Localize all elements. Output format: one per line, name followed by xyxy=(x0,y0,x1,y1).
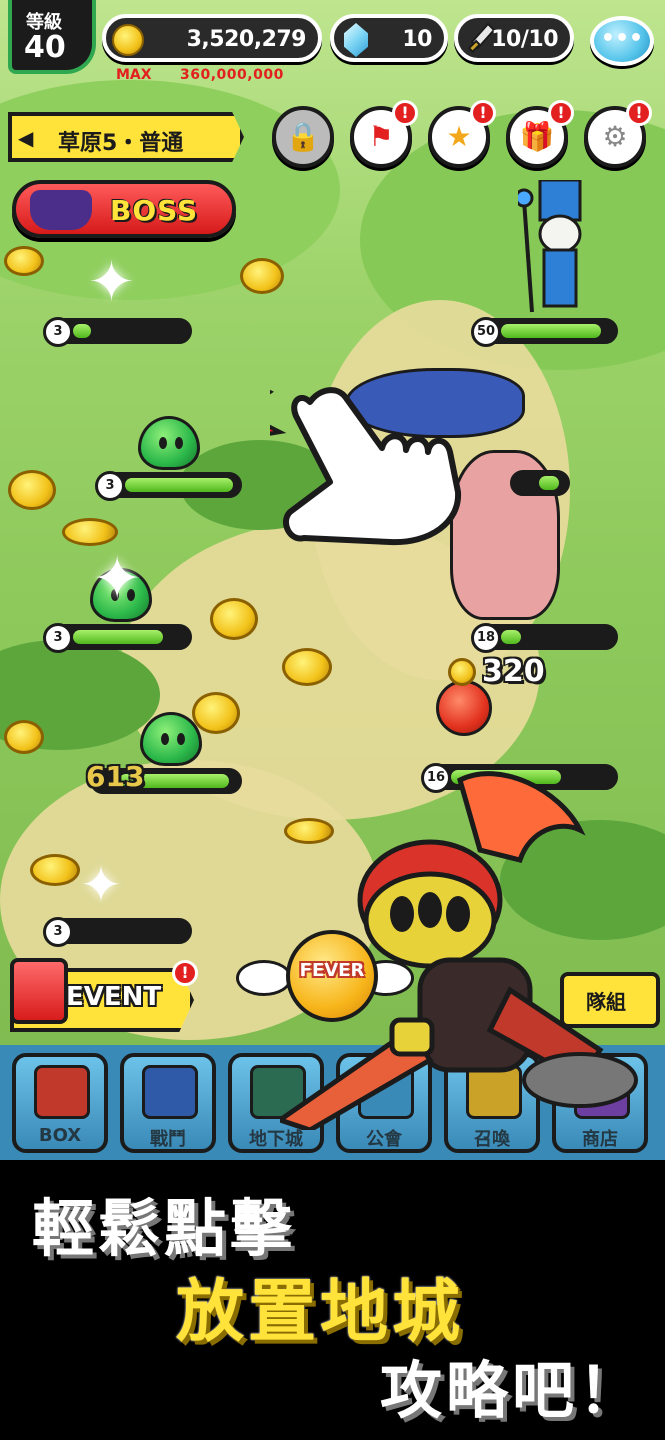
enemy-hp-bar: 3 xyxy=(43,317,192,347)
medal-icon: ★ xyxy=(446,120,472,153)
stamina-counter[interactable]: 10/10 xyxy=(454,14,574,62)
enemy-hp-bar: 50 xyxy=(471,317,618,347)
gift-box-icon xyxy=(10,958,68,1024)
gold-coin-icon xyxy=(448,658,476,686)
gold-coin[interactable] xyxy=(192,692,240,734)
alert-badge: ! xyxy=(626,100,652,126)
gold-max-label: MAX xyxy=(116,67,152,83)
chevron-left-icon: ◀ xyxy=(18,126,34,150)
hit-sparkle-icon: ✦ xyxy=(92,544,143,614)
game-screen[interactable]: 等級 40 3,520,279 10 10/10 ••• MAX 360,000… xyxy=(0,0,665,1160)
treasure-chest-icon xyxy=(34,1065,90,1119)
hp-fill xyxy=(501,630,521,644)
alert-badge: ! xyxy=(548,100,574,126)
promo-line-3: 攻略吧！ xyxy=(380,1354,645,1427)
gold-coin[interactable] xyxy=(282,648,332,686)
enemy-hp-bar: 3 xyxy=(43,623,192,653)
nav-label: 戰鬥 xyxy=(150,1129,186,1150)
enemy-hp-bar xyxy=(510,470,570,496)
hp-fill xyxy=(501,324,601,338)
boss-button[interactable]: BOSS xyxy=(12,180,236,238)
gold-max-value: 360,000,000 xyxy=(180,67,284,83)
tap-hand-icon xyxy=(270,387,462,546)
medal-button[interactable]: ★ ! xyxy=(428,100,496,168)
gold-coin[interactable] xyxy=(4,720,44,754)
gift-icon: 🎁 xyxy=(519,120,555,153)
gold-counter[interactable]: 3,520,279 xyxy=(102,14,322,62)
boss-monster-icon xyxy=(30,190,92,230)
promo-line-1: 輕鬆點擊 xyxy=(32,1192,297,1265)
gem-counter[interactable]: 10 xyxy=(330,14,448,62)
knight-hero-character xyxy=(280,771,638,1130)
damage-number: 613 xyxy=(86,760,145,793)
stage-name: 草原5・普通 xyxy=(58,131,184,156)
coin-icon xyxy=(112,24,144,56)
hp-fill xyxy=(73,630,163,644)
stamina-value: 10/10 xyxy=(491,27,558,52)
alert-badge: ! xyxy=(470,100,496,126)
boss-label: BOSS xyxy=(110,194,199,227)
stage-selector[interactable]: ◀ 草原5・普通 xyxy=(8,112,244,162)
hit-sparkle-icon: ✦ xyxy=(80,856,122,914)
hp-fill xyxy=(539,476,559,490)
hp-fill xyxy=(125,478,233,492)
event-label: EVENT xyxy=(66,982,162,1012)
player-level-badge[interactable]: 等級 40 xyxy=(8,0,96,74)
flag-icon: ⚑ xyxy=(368,120,394,153)
enemy-hp-bar: 18 xyxy=(471,623,618,653)
hp-fill xyxy=(73,324,91,338)
enemy-level: 3 xyxy=(43,917,73,947)
hit-sparkle-icon: ✦ xyxy=(88,250,135,315)
nav-label: BOX xyxy=(38,1125,82,1146)
enemy-hp-bar: 3 xyxy=(43,917,192,947)
gear-icon: ⚙ xyxy=(602,120,628,153)
gold-coin[interactable] xyxy=(210,598,258,640)
gem-icon xyxy=(344,23,368,57)
enemy-level: 3 xyxy=(95,471,125,501)
enemy-level: 18 xyxy=(471,623,501,653)
chat-button[interactable]: ••• xyxy=(590,16,654,66)
lock-button[interactable]: 🔒 xyxy=(272,106,334,168)
lock-icon: 🔒 xyxy=(285,120,321,153)
flag-button[interactable]: ⚑ ! xyxy=(350,100,418,168)
alert-badge: ! xyxy=(392,100,418,126)
gold-coin[interactable] xyxy=(4,246,44,276)
gold-value: 3,520,279 xyxy=(186,27,307,52)
nav-battle[interactable]: 戰鬥 xyxy=(120,1053,216,1153)
alert-badge: ! xyxy=(172,960,198,986)
gift-button[interactable]: 🎁 ! xyxy=(506,100,574,168)
coin-drop-amount: 320 xyxy=(482,654,545,689)
gold-coin[interactable] xyxy=(30,854,80,886)
gold-coin[interactable] xyxy=(240,258,284,294)
green-slime-enemy[interactable] xyxy=(138,416,200,470)
chat-icon: ••• xyxy=(600,26,644,51)
settings-button[interactable]: ⚙ ! xyxy=(584,100,652,168)
enemy-level: 3 xyxy=(43,317,73,347)
level-value: 40 xyxy=(24,30,66,65)
enemy-level: 50 xyxy=(471,317,501,347)
enemy-level: 3 xyxy=(43,623,73,653)
nav-box[interactable]: BOX xyxy=(12,1053,108,1153)
gold-coin[interactable] xyxy=(8,470,56,510)
enemy-hp-bar: 3 xyxy=(95,471,242,501)
gem-value: 10 xyxy=(402,27,432,52)
wizard-enemy[interactable] xyxy=(518,180,598,320)
shield-icon xyxy=(142,1065,198,1119)
top-bar: 等級 40 3,520,279 10 10/10 ••• MAX 360,000… xyxy=(0,0,665,95)
gold-coin[interactable] xyxy=(62,518,118,546)
